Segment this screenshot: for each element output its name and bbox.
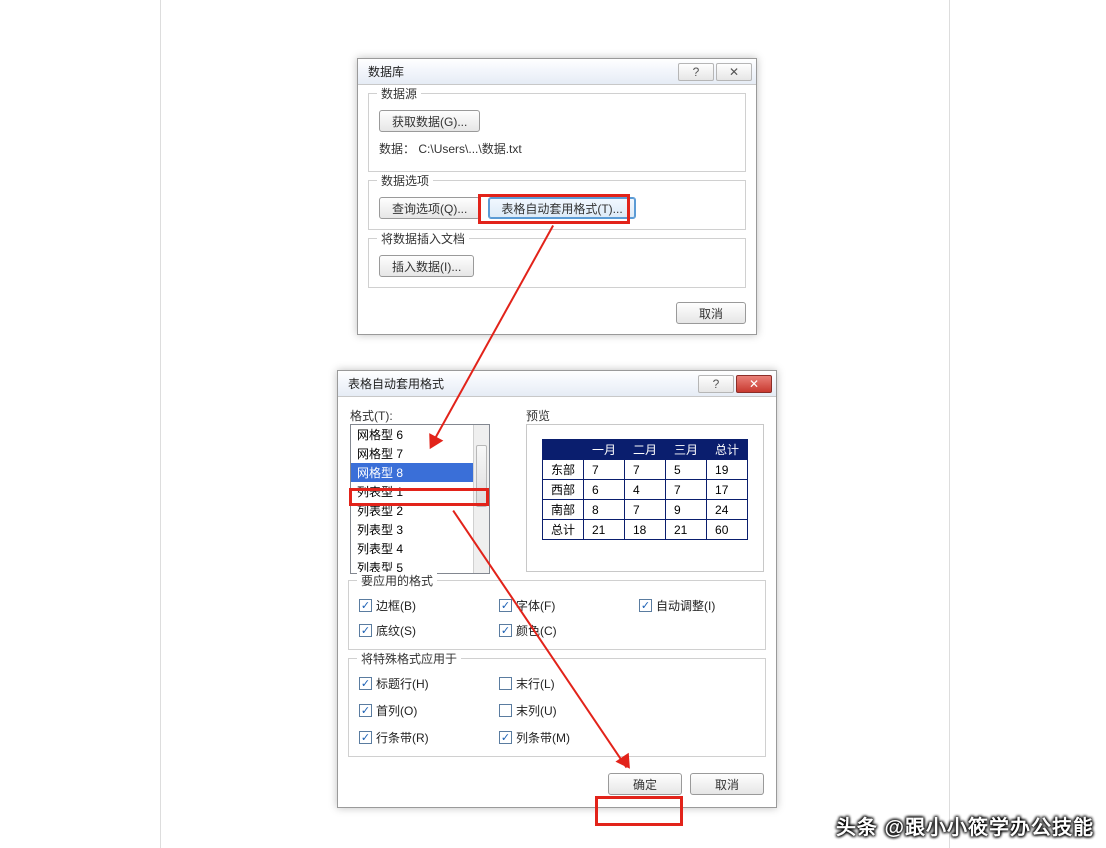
close-button[interactable]: ✕ <box>716 63 752 81</box>
preview-cell: 6 <box>583 480 624 500</box>
format-list-item[interactable]: 网格型 6 <box>351 425 489 444</box>
dialog1-title: 数据库 <box>368 63 676 80</box>
insert-data-legend: 将数据插入文档 <box>377 230 469 247</box>
preview-cell: 60 <box>707 520 748 540</box>
preview-pane: 一月二月三月总计东部77519西部64717南部87924总计21182160 <box>526 424 764 572</box>
dialog1-cancel-button[interactable]: 取消 <box>676 302 746 324</box>
preview-cell: 7 <box>583 460 624 480</box>
preview-row-header: 南部 <box>542 500 583 520</box>
query-options-button[interactable]: 查询选项(Q)... <box>379 197 480 219</box>
table-autoformat-button[interactable]: 表格自动套用格式(T)... <box>488 197 635 219</box>
special-format-legend: 将特殊格式应用于 <box>357 650 461 667</box>
preview-table: 一月二月三月总计东部77519西部64717南部87924总计21182160 <box>542 439 748 540</box>
cb-autofit[interactable]: 自动调整(I) <box>639 597 779 614</box>
preview-cell: 24 <box>707 500 748 520</box>
ok-button[interactable]: 确定 <box>608 773 682 795</box>
data-path-value: C:\Users\...\数据.txt <box>418 142 521 156</box>
cb-font[interactable]: 字体(F) <box>499 597 639 614</box>
autoformat-dialog: 表格自动套用格式 ? ✕ 格式(T): 网格型 6网格型 7网格型 8列表型 1… <box>337 370 777 808</box>
cb-last-col[interactable]: 末列(U) <box>499 702 639 719</box>
format-label: 格式(T): <box>350 407 510 424</box>
datasource-legend: 数据源 <box>377 85 421 102</box>
preview-cell: 21 <box>666 520 707 540</box>
preview-cell: 18 <box>624 520 665 540</box>
preview-cell: 9 <box>666 500 707 520</box>
cb-first-col[interactable]: 首列(O) <box>359 702 499 719</box>
help-button[interactable]: ? <box>698 375 734 393</box>
preview-cell: 17 <box>707 480 748 500</box>
preview-row-header: 西部 <box>542 480 583 500</box>
format-list-item[interactable]: 列表型 1 <box>351 482 489 501</box>
cb-col-band[interactable]: 列条带(M) <box>499 729 639 746</box>
document-page: 数据库 ? ✕ 数据源 获取数据(G)... 数据： C:\Users\...\… <box>160 0 950 848</box>
watermark-text: 头条 @跟小小筱学办公技能 <box>836 811 1094 840</box>
data-path-label: 数据： <box>379 142 415 156</box>
cb-row-band[interactable]: 行条带(R) <box>359 729 499 746</box>
preview-cell: 7 <box>624 460 665 480</box>
dialog2-cancel-button[interactable]: 取消 <box>690 773 764 795</box>
preview-col-header: 总计 <box>707 440 748 460</box>
cb-color[interactable]: 颜色(C) <box>499 622 639 639</box>
scrollbar-icon[interactable] <box>473 425 489 573</box>
format-list-item[interactable]: 列表型 3 <box>351 520 489 539</box>
preview-cell: 7 <box>666 480 707 500</box>
preview-row-header: 总计 <box>542 520 583 540</box>
format-list-item[interactable]: 列表型 2 <box>351 501 489 520</box>
format-list-item[interactable]: 网格型 7 <box>351 444 489 463</box>
preview-label: 预览 <box>526 407 764 424</box>
preview-col-header: 一月 <box>583 440 624 460</box>
close-button[interactable]: ✕ <box>736 375 772 393</box>
format-list-item[interactable]: 网格型 8 <box>351 463 489 482</box>
cb-last-row[interactable]: 末行(L) <box>499 675 639 692</box>
preview-cell: 7 <box>624 500 665 520</box>
special-format-group: 将特殊格式应用于 标题行(H) 末行(L) 首列(O) 末列(U) 行条带(R)… <box>348 658 766 757</box>
preview-cell: 19 <box>707 460 748 480</box>
preview-row-header: 东部 <box>542 460 583 480</box>
preview-cell: 21 <box>583 520 624 540</box>
apply-format-group: 要应用的格式 边框(B) 字体(F) 自动调整(I) 底纹(S) 颜色(C) <box>348 580 766 650</box>
get-data-button[interactable]: 获取数据(G)... <box>379 110 480 132</box>
preview-col-header: 三月 <box>666 440 707 460</box>
insert-data-button[interactable]: 插入数据(I)... <box>379 255 474 277</box>
preview-cell: 5 <box>666 460 707 480</box>
preview-col-header <box>542 440 583 460</box>
insert-data-group: 将数据插入文档 插入数据(I)... <box>368 238 746 288</box>
dialog2-titlebar[interactable]: 表格自动套用格式 ? ✕ <box>338 371 776 397</box>
cb-shading[interactable]: 底纹(S) <box>359 622 499 639</box>
dialog1-titlebar[interactable]: 数据库 ? ✕ <box>358 59 756 85</box>
format-list-item[interactable]: 列表型 4 <box>351 539 489 558</box>
data-options-legend: 数据选项 <box>377 172 433 189</box>
database-dialog: 数据库 ? ✕ 数据源 获取数据(G)... 数据： C:\Users\...\… <box>357 58 757 335</box>
preview-col-header: 二月 <box>624 440 665 460</box>
data-path-row: 数据： C:\Users\...\数据.txt <box>379 140 735 157</box>
preview-cell: 8 <box>583 500 624 520</box>
dialog2-title: 表格自动套用格式 <box>348 375 696 392</box>
format-listbox[interactable]: 网格型 6网格型 7网格型 8列表型 1列表型 2列表型 3列表型 4列表型 5… <box>350 424 490 574</box>
datasource-group: 数据源 获取数据(G)... 数据： C:\Users\...\数据.txt <box>368 93 746 172</box>
apply-format-legend: 要应用的格式 <box>357 572 437 589</box>
cb-border[interactable]: 边框(B) <box>359 597 499 614</box>
data-options-group: 数据选项 查询选项(Q)... 表格自动套用格式(T)... <box>368 180 746 230</box>
help-button[interactable]: ? <box>678 63 714 81</box>
preview-cell: 4 <box>624 480 665 500</box>
cb-head-row[interactable]: 标题行(H) <box>359 675 499 692</box>
